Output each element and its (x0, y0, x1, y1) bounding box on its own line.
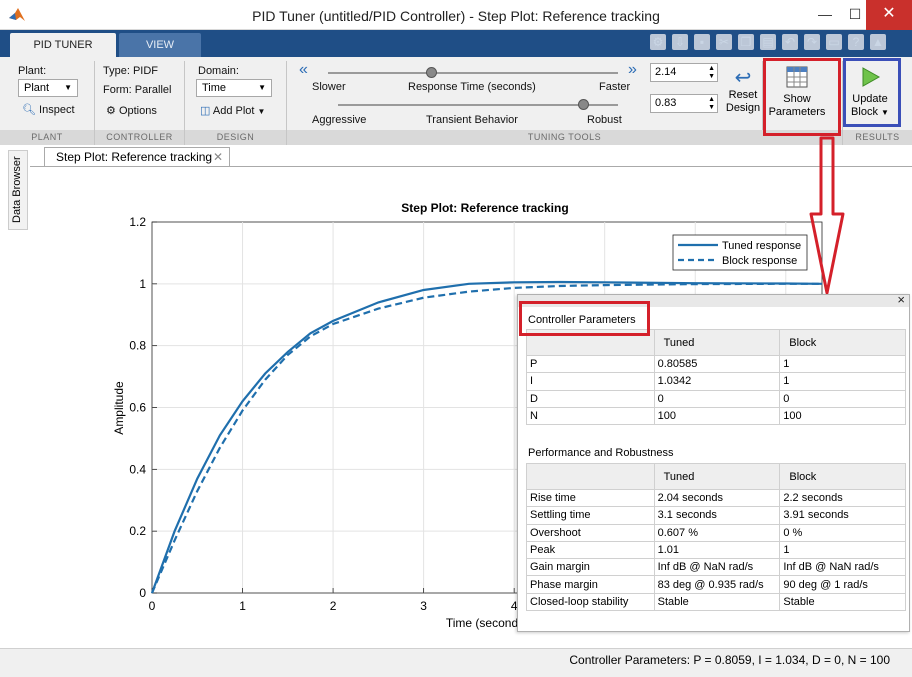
table-row: P 0.80585 1 (526, 354, 906, 374)
y-tick-label: 0.4 (129, 462, 146, 476)
table-row: Gain margin Inf dB @ NaN rad/s Inf dB @ Na… (526, 558, 906, 577)
column-header-tuned: Tuned (653, 329, 781, 356)
block-value: 0 % (779, 523, 906, 542)
y-tick-label: 1.2 (129, 215, 146, 229)
row-label: N (526, 406, 655, 426)
legend[interactable]: Tuned response Block response (672, 234, 808, 271)
y-tick-label: 1 (139, 277, 146, 291)
row-label: Rise time (526, 488, 655, 508)
x-tick-label: 1 (239, 599, 246, 613)
block-value: 1 (779, 372, 906, 391)
tuned-value: 83 deg @ 0.935 rad/s (653, 575, 781, 594)
block-value: Stable (779, 592, 906, 612)
column-header (526, 463, 655, 490)
block-value: 100 (779, 406, 906, 426)
tuned-value: Inf dB @ NaN rad/s (653, 558, 781, 577)
chart-title: Step Plot: Reference tracking (401, 201, 568, 215)
x-tick-label: 3 (420, 599, 427, 613)
performance-title: Performance and Robustness (528, 447, 674, 459)
controller-parameters-table: Tuned Block P 0.80585 1 I 1.0342 1 D 0 0 N 100 100 (526, 329, 906, 426)
column-header-tuned: Tuned (653, 463, 781, 490)
table-row: Phase margin 83 deg @ 0.935 rad/s 90 deg @… (526, 575, 906, 594)
y-axis-label: Amplitude (112, 381, 126, 435)
close-icon[interactable]: × (897, 292, 905, 307)
column-header-block: Block (779, 463, 906, 490)
table-row: Rise time 2.04 seconds 2.2 seconds (526, 488, 906, 508)
row-label: P (526, 354, 655, 374)
table-row: Peak 1.01 1 (526, 540, 906, 560)
block-value: 2.2 seconds (779, 488, 906, 508)
table-row: D00 (526, 389, 906, 408)
tuned-value: 1.01 (653, 540, 781, 560)
table-row: Closed-loop stability Stable Stable (526, 592, 906, 612)
row-label: D (526, 389, 655, 408)
tuned-value: Stable (653, 592, 781, 612)
tuned-value: 0 (653, 389, 781, 408)
tuned-value: 100 (653, 406, 781, 426)
row-label: Closed-loop stability (526, 592, 655, 612)
legend-block-label: Block response (722, 255, 797, 267)
x-tick-label: 0 (149, 599, 156, 613)
table-header-row: Tuned Block (526, 463, 906, 490)
table-row: N 100 100 (526, 406, 906, 426)
block-value: 1 (779, 354, 906, 374)
performance-table: Tuned Block Rise time 2.04 seconds 2.2 sec… (526, 463, 906, 612)
tuned-value: 0.607 % (653, 523, 781, 542)
block-value: 1 (779, 540, 906, 560)
x-tick-label: 2 (330, 599, 337, 613)
block-value: 0 (779, 389, 906, 408)
status-bar: Controller Parameters: P = 0.8059, I = 1… (0, 648, 912, 677)
tuned-value: 1.0342 (653, 372, 781, 391)
table-row: Settling time 3.1 seconds 3.91 seconds (526, 506, 906, 525)
row-label: Overshoot (526, 523, 655, 542)
controller-parameters-highlight (519, 301, 650, 336)
table-row: I 1.0342 1 (526, 372, 906, 391)
block-value: 3.91 seconds (779, 506, 906, 525)
column-header-block: Block (779, 329, 906, 356)
row-label: Phase margin (526, 575, 655, 594)
y-tick-label: 0 (139, 586, 146, 600)
row-label: Settling time (526, 506, 655, 525)
tuned-value: 0.80585 (653, 354, 781, 374)
row-label: Gain margin (526, 558, 655, 577)
status-text: Controller Parameters: P = 0.8059, I = 1… (569, 653, 890, 667)
legend-tuned-label: Tuned response (722, 240, 801, 252)
y-tick-label: 0.6 (129, 401, 146, 415)
y-tick-label: 0.2 (129, 524, 146, 538)
y-tick-label: 0.8 (129, 339, 146, 353)
tuned-value: 2.04 seconds (653, 488, 781, 508)
tuned-value: 3.1 seconds (653, 506, 781, 525)
table-row: Overshoot 0.607 % 0 % (526, 523, 906, 542)
block-value: Inf dB @ NaN rad/s (779, 558, 906, 577)
controller-parameters-body: P 0.80585 1 I 1.0342 1 D 0 0 N 100 100 (526, 354, 906, 426)
block-value: 90 deg @ 1 rad/s (779, 575, 906, 594)
performance-body: Rise time 2.04 seconds 2.2 seconds Settling… (526, 488, 906, 612)
row-label: Peak (526, 540, 655, 560)
x-axis-label: Time (seconds) (446, 616, 528, 630)
controller-parameters-panel[interactable]: × Controller Parameters Tuned Block P 0.8… (517, 292, 910, 632)
row-label: I (526, 372, 655, 391)
